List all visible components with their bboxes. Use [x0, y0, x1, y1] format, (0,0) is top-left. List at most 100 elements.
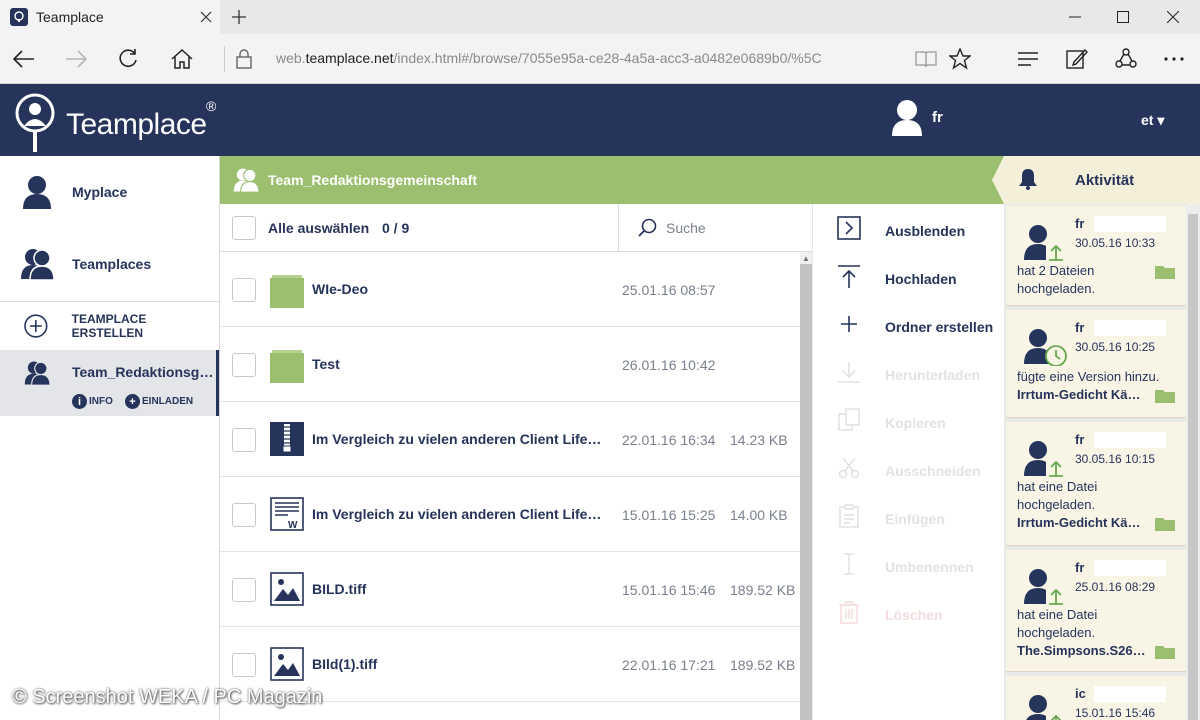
activity-file[interactable]: Irrtum-Gedicht Kästner.docx	[1017, 387, 1147, 402]
table-row[interactable]: W Im Vergleich zu vielen anderen Client …	[220, 478, 800, 552]
user-menu[interactable]: fr	[890, 98, 943, 136]
delete-label: Löschen	[885, 607, 943, 623]
browser-tab[interactable]: Teamplace	[0, 0, 220, 34]
active-team-title: Team_Redaktionsgemeinschaft	[72, 364, 214, 380]
row-name[interactable]: WIe-Deo	[312, 281, 604, 297]
file-list: Alle auswählen 0 / 9 WIe-Deo 25.01.16 08…	[220, 204, 812, 720]
hide-button[interactable]: Ausblenden	[813, 208, 1003, 248]
language-selector[interactable]: et ▾	[1141, 112, 1164, 129]
activity-text: hat eine Datei hochgeladen.	[1017, 479, 1098, 512]
address-bar[interactable]: web.teamplace.net/index.html#/browse/705…	[276, 50, 822, 66]
table-row[interactable]: Test 26.01.16 10:42	[220, 328, 800, 402]
folder-icon[interactable]	[1154, 388, 1176, 404]
activity-file[interactable]: The.Simpsons.S26E01.avi	[1017, 643, 1147, 658]
scissors-icon	[838, 457, 860, 479]
paste-button[interactable]: Einfügen	[813, 496, 1003, 536]
share-icon[interactable]	[1102, 34, 1150, 84]
new-tab-plus-icon[interactable]	[224, 0, 254, 34]
copy-button[interactable]: Kopieren	[813, 400, 1003, 440]
image-file-icon	[270, 572, 304, 606]
minimize-icon[interactable]	[1050, 0, 1100, 34]
hub-icon[interactable]	[1004, 34, 1052, 84]
team-invite-label: EINLADEN	[142, 396, 194, 407]
row-checkbox[interactable]	[232, 578, 256, 602]
activity-card[interactable]: fr 30.05.16 10:15 hat eine Datei hochgel…	[1006, 422, 1186, 546]
download-button[interactable]: Herunterladen	[813, 352, 1003, 392]
sidebar-item-myplace[interactable]: Myplace	[0, 170, 219, 214]
upload-button[interactable]: Hochladen	[813, 256, 1003, 296]
web-note-icon[interactable]	[1053, 34, 1101, 84]
logo-text: Teamplace	[66, 108, 207, 141]
activity-card[interactable]: fr 30.05.16 10:33 hat 2 Dateien hochgela…	[1006, 206, 1186, 306]
clipboard-icon	[839, 504, 859, 528]
team-info-button[interactable]: i INFO	[72, 394, 113, 409]
activity-text: hat 2 Dateien hochgeladen.	[1017, 263, 1096, 296]
team-icon	[21, 249, 54, 281]
cut-button[interactable]: Ausschneiden	[813, 448, 1003, 488]
activity-card[interactable]: ic 15.01.16 15:46	[1006, 676, 1186, 720]
sidebar: Myplace Teamplaces TEAMPLACE ERSTELLEN T…	[0, 156, 220, 720]
scroll-up-arrow-icon[interactable]: ▲	[802, 254, 810, 263]
select-all-checkbox[interactable]	[232, 216, 256, 240]
row-checkbox[interactable]	[232, 278, 256, 302]
row-name[interactable]: Im Vergleich zu vielen anderen Client Li…	[312, 431, 604, 447]
activity-file[interactable]: Irrtum-Gedicht Kästner.docx	[1017, 515, 1147, 530]
row-checkbox[interactable]	[232, 353, 256, 377]
copy-label: Kopieren	[885, 415, 946, 431]
create-teamplace-button[interactable]: TEAMPLACE ERSTELLEN	[0, 308, 219, 344]
redaction-mask	[1094, 216, 1166, 232]
maximize-icon[interactable]	[1098, 0, 1148, 34]
sidebar-item-teamplaces[interactable]: Teamplaces	[0, 242, 219, 286]
row-size: 14.23 KB	[730, 432, 788, 448]
activity-user: fr	[1075, 216, 1085, 231]
activity-card[interactable]: fr 30.05.16 10:25 fügte eine Version hin…	[1006, 310, 1186, 418]
back-arrow-icon[interactable]	[0, 34, 48, 84]
team-header-bar: Team_Redaktionsgemeinschaft	[220, 156, 992, 204]
new-folder-button[interactable]: Ordner erstellen	[813, 304, 1003, 344]
team-header-icon	[233, 168, 260, 193]
refresh-icon[interactable]	[104, 34, 152, 84]
activity-card[interactable]: fr 25.01.16 08:29 hat eine Datei hochgel…	[1006, 550, 1186, 672]
lock-icon	[220, 34, 268, 84]
create-teamplace-label: TEAMPLACE ERSTELLEN	[71, 312, 147, 340]
person-icon	[23, 176, 51, 209]
window-close-icon[interactable]	[1148, 0, 1198, 34]
user-avatar-icon	[892, 100, 922, 136]
copyright-watermark: © Screenshot WEKA / PC Magazin	[12, 686, 323, 708]
row-name[interactable]: BILD.tiff	[312, 581, 604, 597]
delete-button[interactable]: Löschen	[813, 592, 1003, 632]
row-name[interactable]: BIld(1).tiff	[312, 656, 604, 672]
row-name[interactable]: Im Vergleich zu vielen anderen Client Li…	[312, 506, 604, 522]
rename-label: Umbenennen	[885, 559, 974, 575]
trash-icon	[839, 601, 859, 624]
row-checkbox[interactable]	[232, 653, 256, 677]
more-dots-icon[interactable]	[1150, 34, 1198, 84]
teamplace-logo[interactable]: Teamplace ®	[14, 92, 216, 154]
copy-icon	[838, 408, 860, 431]
home-icon[interactable]	[158, 34, 206, 84]
row-checkbox[interactable]	[232, 503, 256, 527]
team-invite-button[interactable]: + EINLADEN	[125, 394, 193, 409]
folder-icon[interactable]	[1154, 516, 1176, 532]
user-name: fr	[932, 108, 943, 126]
table-row[interactable]: BILD.tiff 15.01.16 15:46 189.52 KB	[220, 553, 800, 627]
activity-scroll-thumb[interactable]	[1188, 214, 1198, 720]
rename-button[interactable]: Umbenennen	[813, 544, 1003, 584]
favorite-star-icon[interactable]	[936, 34, 984, 84]
activity-time: 15.01.16 15:46	[1075, 706, 1156, 720]
sidebar-label-myplace: Myplace	[72, 184, 128, 200]
table-row[interactable]: WIe-Deo 25.01.16 08:57	[220, 253, 800, 327]
forward-arrow-icon[interactable]	[52, 34, 100, 84]
bell-icon[interactable]	[1018, 168, 1038, 190]
upload-label: Hochladen	[885, 271, 957, 287]
file-list-scroll-thumb[interactable]	[800, 264, 812, 720]
row-name[interactable]: Test	[312, 356, 604, 372]
row-checkbox[interactable]	[232, 428, 256, 452]
new-folder-label: Ordner erstellen	[885, 319, 994, 335]
tab-close-icon[interactable]	[192, 0, 220, 34]
folder-icon[interactable]	[1154, 644, 1176, 660]
folder-icon[interactable]	[1154, 264, 1176, 280]
table-row[interactable]: Im Vergleich zu vielen anderen Client Li…	[220, 403, 800, 477]
select-all-label[interactable]: Alle auswählen	[268, 220, 369, 236]
search-input[interactable]	[666, 216, 796, 240]
